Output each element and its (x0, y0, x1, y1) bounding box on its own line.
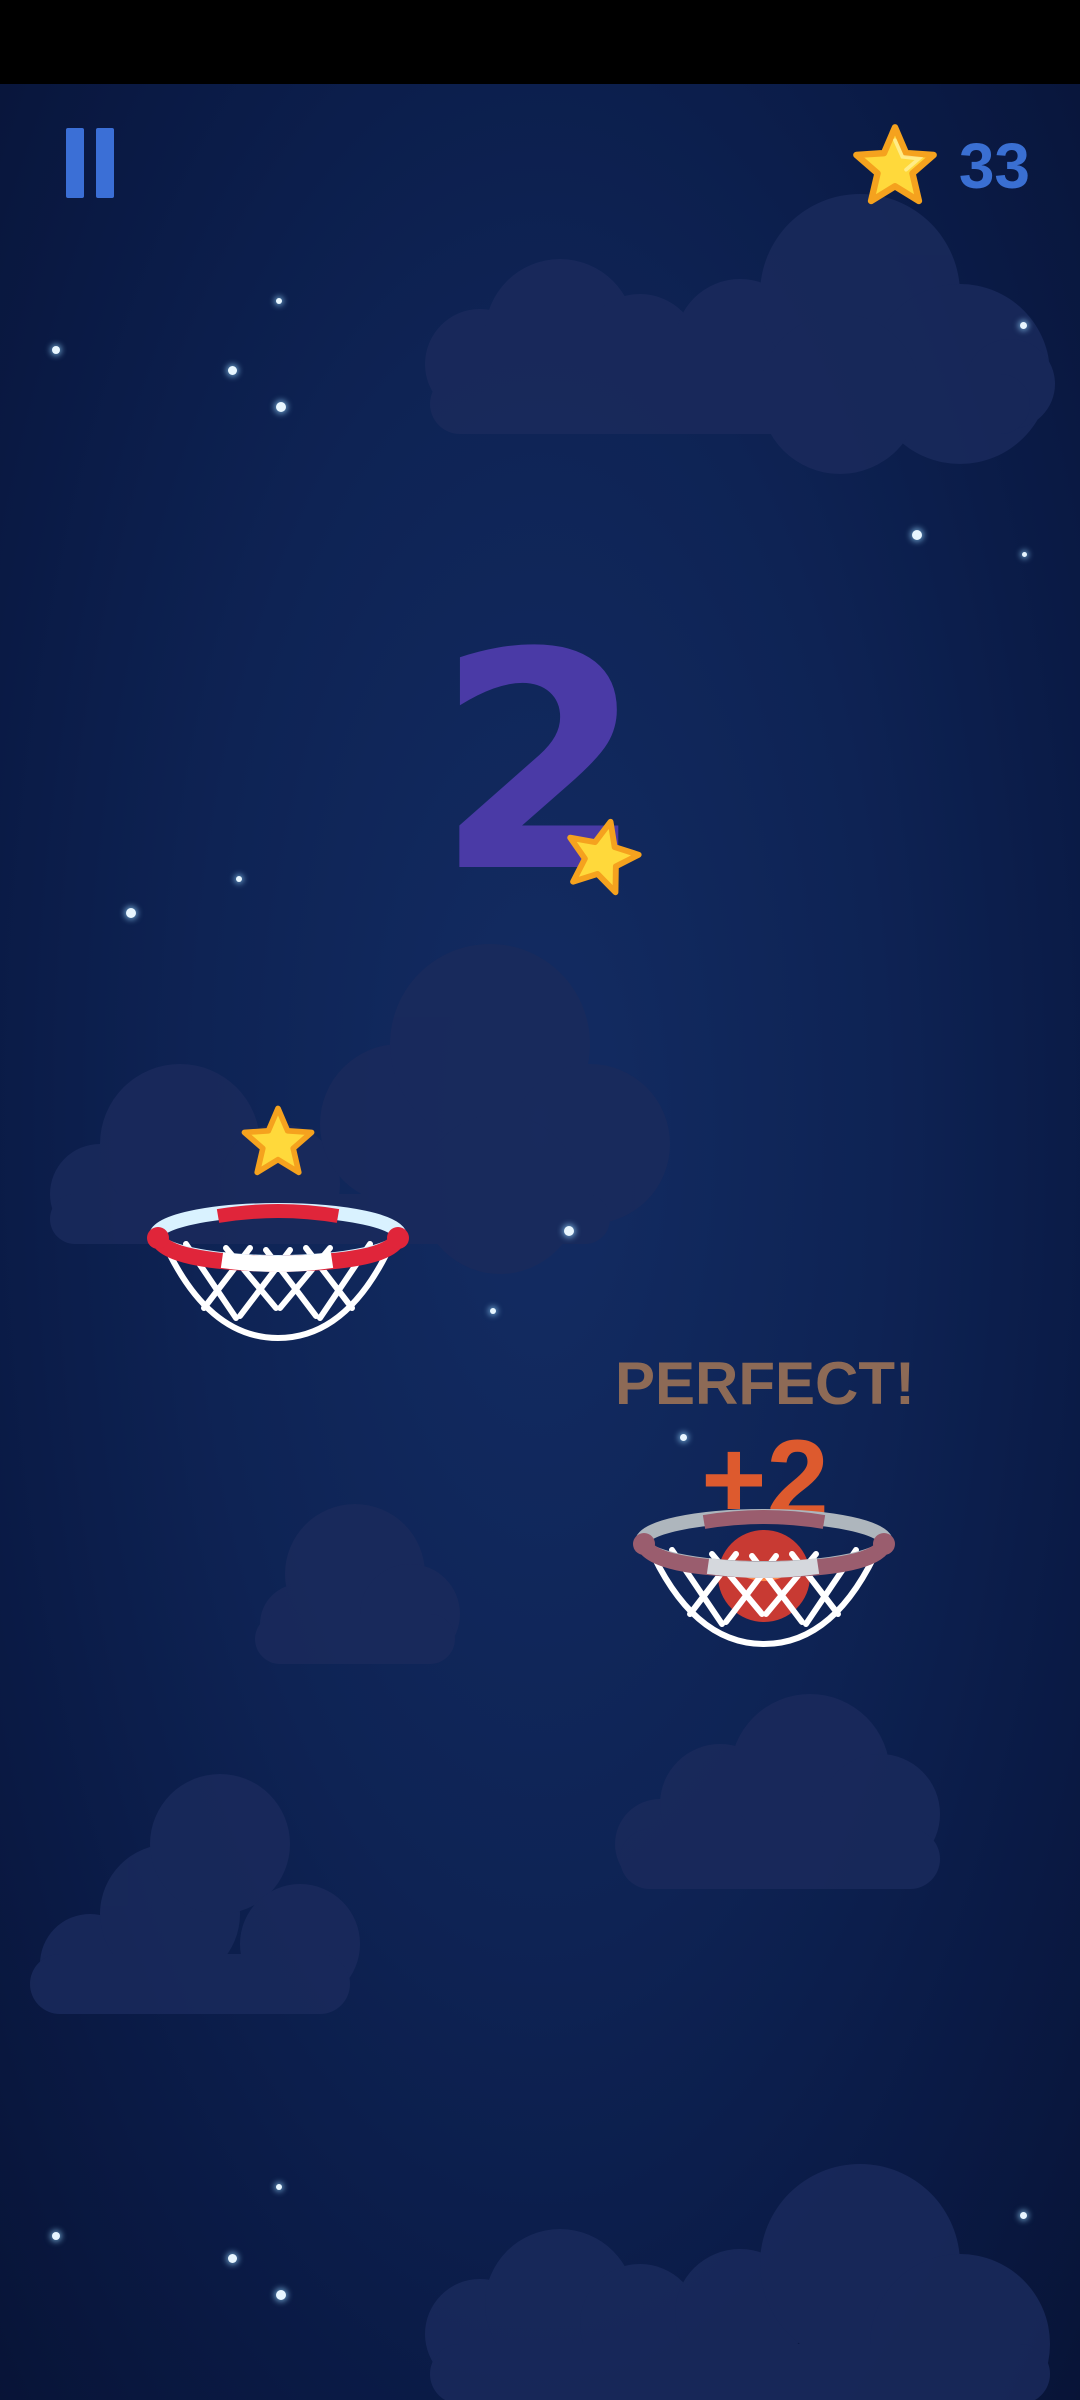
star-dot (276, 2184, 282, 2190)
pause-button[interactable] (60, 124, 124, 204)
star-dot (1022, 552, 1027, 557)
star-dot (912, 530, 922, 540)
game-area[interactable]: 33 2 PERFECT! +2 (0, 84, 1080, 2400)
star-dot (228, 366, 237, 375)
scored-hoop (633, 1509, 895, 1648)
status-bar (0, 0, 1080, 84)
game-screen: 33 2 PERFECT! +2 (0, 0, 1080, 2400)
star-dot (276, 298, 282, 304)
star-dot (490, 1308, 496, 1314)
coin-count: 33 (958, 130, 1030, 202)
collectible-star-icon[interactable] (238, 1102, 318, 1182)
star-dot (1020, 2212, 1027, 2219)
star-dot (276, 2290, 286, 2300)
pause-icon (96, 128, 114, 198)
star-dot (228, 2254, 237, 2263)
star-dot (52, 346, 60, 354)
score: 2 (435, 589, 645, 938)
star-dot (126, 908, 136, 918)
pause-icon (66, 128, 84, 198)
coin-counter: 33 (849, 118, 1030, 214)
star-coin-icon (852, 124, 937, 205)
star-dot (236, 876, 242, 882)
star-dot (564, 1226, 574, 1236)
star-dot (52, 2232, 60, 2240)
star-dot (276, 402, 286, 412)
target-hoop[interactable] (146, 1198, 410, 1358)
perfect-feedback: PERFECT! (615, 1350, 915, 1417)
star-dot (1020, 322, 1027, 329)
